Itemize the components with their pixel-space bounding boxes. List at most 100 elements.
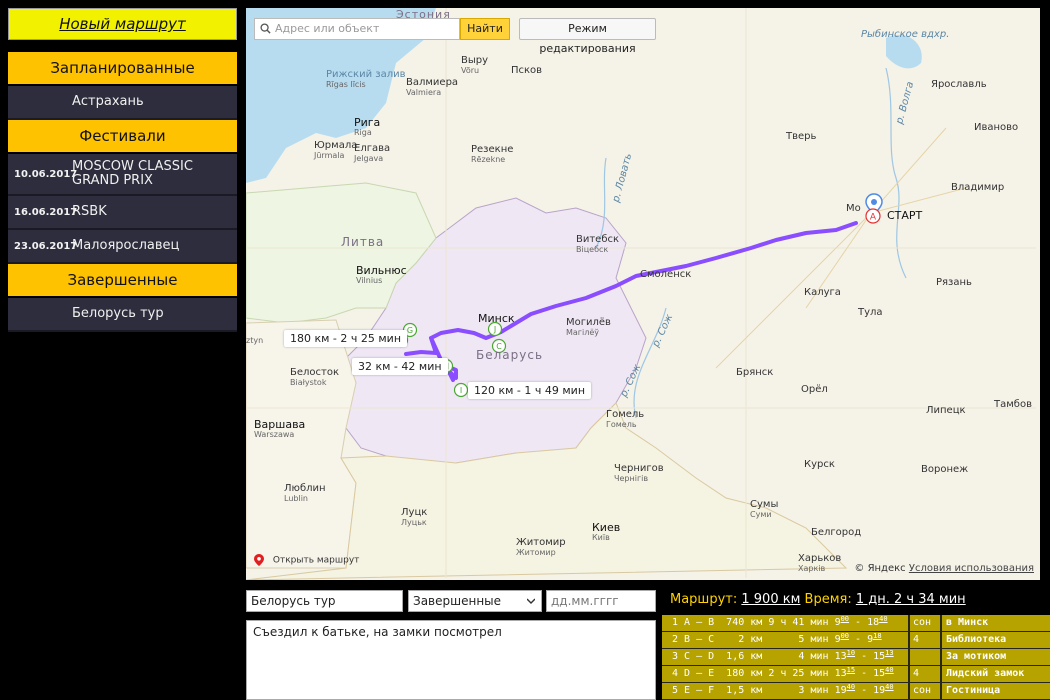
terms-link[interactable]: Условия использования	[909, 563, 1034, 574]
segment-note: За мотиком	[942, 649, 1050, 666]
route-status-select[interactable]: Завершенные	[408, 590, 542, 612]
route-segment-label: 32 км - 42 мин	[352, 358, 448, 375]
group-header-festivals: Фестивали	[8, 120, 237, 152]
segment-info: 2 B — C 2 км 5 мин 900 - 918	[662, 632, 908, 649]
route-date: 10.06.2017	[14, 168, 78, 180]
city-label-warsaw: Варшава Warszawa	[254, 418, 306, 439]
svg-text:I: I	[460, 386, 462, 395]
summary-distance: 1 900 км	[741, 592, 801, 607]
route-form: Белорусь тур Завершенные дд.мм.гггг Съез…	[246, 590, 656, 700]
city-label-chernigov: Чернигов Чернігів	[614, 463, 664, 484]
city-label-jurmala: Юрмала Jūrmala	[314, 140, 358, 161]
address-search-input[interactable]: Адрес или объект	[254, 18, 460, 40]
chevron-down-icon	[527, 598, 535, 604]
city-label-lutsk: Луцк Луцьк	[401, 507, 428, 528]
route-name: Астрахань	[72, 94, 144, 109]
svg-text:ztyn: ztyn	[246, 336, 263, 345]
route-summary: Маршрут: 1 900 км Время: 1 дн. 2 ч 34 ми…	[670, 592, 966, 607]
find-button[interactable]: Найти	[460, 18, 510, 40]
route-segment-label: 180 км - 2 ч 25 мин	[284, 330, 408, 347]
segment-note: Библиотека	[942, 632, 1050, 649]
group-header-planned: Запланированные	[8, 52, 237, 84]
map-canvas[interactable]: A C J E G H I	[246, 8, 1040, 580]
segment-info: 5 E — F 1,5 км 3 мин 1940 - 1940	[662, 683, 908, 700]
route-item-belarus-tour[interactable]: Белорусь тур	[8, 298, 237, 332]
segment-action	[910, 649, 940, 666]
city-label-riga: Рига Riga	[354, 116, 381, 137]
svg-text:A: A	[870, 213, 877, 223]
city-label-vilnius: Вильнюс Vilnius	[356, 264, 407, 285]
route-name-input[interactable]: Белорусь тур	[246, 590, 403, 612]
city-label-bryansk: Брянск	[736, 367, 774, 378]
route-name: Белорусь тур	[72, 306, 164, 321]
city-label-tambov: Тамбов	[994, 399, 1032, 410]
city-label-ryazan: Рязань	[936, 277, 972, 288]
new-route-button[interactable]: Новый маршрут	[8, 8, 237, 40]
route-date-input[interactable]: дд.мм.гггг	[546, 590, 656, 612]
city-label-belgorod: Белгород	[811, 527, 862, 538]
start-label: СТАРТ	[887, 209, 923, 222]
route-item-maloyaroslavets[interactable]: 23.06.2017 Малоярославец	[8, 230, 237, 264]
segment-row[interactable]: 5 E — F 1,5 км 3 мин 1940 - 1940 сон Гости…	[662, 683, 1050, 700]
waypoint-marker-i[interactable]: I	[453, 382, 469, 398]
summary-time-label: Время:	[804, 592, 852, 607]
segment-info: 1 A — B 740 км 9 ч 41 мин 900 - 1840	[662, 615, 908, 632]
app-window: Новый маршрут Запланированные Астрахань …	[0, 0, 1050, 700]
route-item-rsbk[interactable]: 16.06.2017 RSBK	[8, 196, 237, 230]
city-label-gomel: Гомель Гомель	[606, 409, 645, 430]
segment-row[interactable]: 3 C — D 1,6 км 4 мин 1310 - 1513 За мотик…	[662, 649, 1050, 666]
city-label-voronezh: Воронеж	[921, 464, 969, 475]
segment-note: Лидский замок	[942, 666, 1050, 683]
city-label-vitebsk: Витебск Віцебск	[576, 234, 620, 255]
route-date: 23.06.2017	[14, 240, 78, 252]
segment-action: 4	[910, 666, 940, 683]
route-name: RSBK	[72, 204, 107, 219]
route-segment-label: 120 км - 1 ч 49 мин	[468, 382, 592, 399]
route-item-moscow-classic[interactable]: 10.06.2017 MOSCOW CLASSIC GRAND PRIX	[8, 154, 237, 196]
city-label-tver: Тверь	[786, 131, 817, 142]
segment-action: сон	[910, 683, 940, 700]
route-name: MOSCOW CLASSIC GRAND PRIX	[72, 159, 193, 188]
city-label-smolensk: Смоленск	[640, 269, 692, 280]
open-route-link[interactable]: Открыть маршрут	[254, 554, 359, 566]
sidebar: Новый маршрут Запланированные Астрахань …	[8, 8, 237, 332]
segment-row[interactable]: 1 A — B 740 км 9 ч 41 мин 900 - 1840 сон в…	[662, 615, 1050, 632]
segment-row[interactable]: 2 B — C 2 км 5 мин 900 - 918 4 Библиотека	[662, 632, 1050, 649]
segment-row[interactable]: 4 D — E 180 км 2 ч 25 мин 1315 - 1540 4 Ли…	[662, 666, 1050, 683]
city-label-vladimir: Владимир	[951, 182, 1005, 193]
city-label-mogilev: Могилёв Магілёў	[566, 317, 611, 338]
open-route-label: Открыть маршрут	[272, 555, 360, 566]
segments-table: 1 A — B 740 км 9 ч 41 мин 900 - 1840 сон в…	[662, 615, 1050, 700]
country-label-lithuania: Литва	[341, 235, 385, 249]
route-item-astrakhan[interactable]: Астрахань	[8, 86, 237, 120]
segment-note: в Минск	[942, 615, 1050, 632]
city-label-kiev: Киев Київ	[592, 521, 621, 542]
city-label-kursk: Курск	[804, 459, 835, 470]
city-label-moscow: Мо	[846, 203, 861, 214]
map-pin-icon	[254, 554, 264, 566]
status-selected: Завершенные	[413, 594, 502, 608]
search-icon	[260, 23, 271, 34]
city-label-tula: Тула	[858, 307, 883, 318]
svg-text:G: G	[407, 326, 413, 335]
city-label-vyru: Выру Võru	[461, 55, 489, 76]
edit-mode-button[interactable]: Режим редактирования	[519, 18, 656, 55]
country-label-belarus: Беларусь	[476, 348, 544, 362]
city-label-kaluga: Калуга	[804, 287, 841, 298]
city-label-valmiera: Валмиера Valmiera	[406, 77, 459, 98]
group-header-completed: Завершенные	[8, 264, 237, 296]
label-gulf: Рижский залив Rīgas līcis	[326, 69, 406, 90]
city-label-orel: Орёл	[801, 384, 828, 395]
city-label-jelgava: Елгава Jelgava	[354, 143, 391, 164]
map-view[interactable]: A C J E G H I	[246, 8, 1040, 580]
start-marker[interactable]: A	[865, 193, 883, 224]
city-label-zhitomir: Житомир Житомир	[516, 537, 566, 558]
route-description-textarea[interactable]: Съездил к батьке, на замки посмотрел	[246, 620, 656, 700]
segment-info: 4 D — E 180 км 2 ч 25 мин 1315 - 1540	[662, 666, 908, 683]
city-label-ivanovo: Иваново	[974, 122, 1019, 133]
route-name: Малоярославец	[72, 238, 180, 253]
segment-action: сон	[910, 615, 940, 632]
city-label-lublin: Люблин Lublin	[284, 483, 326, 504]
city-label-lipetsk: Липецк	[926, 405, 966, 416]
segment-note: Гостиница	[942, 683, 1050, 700]
